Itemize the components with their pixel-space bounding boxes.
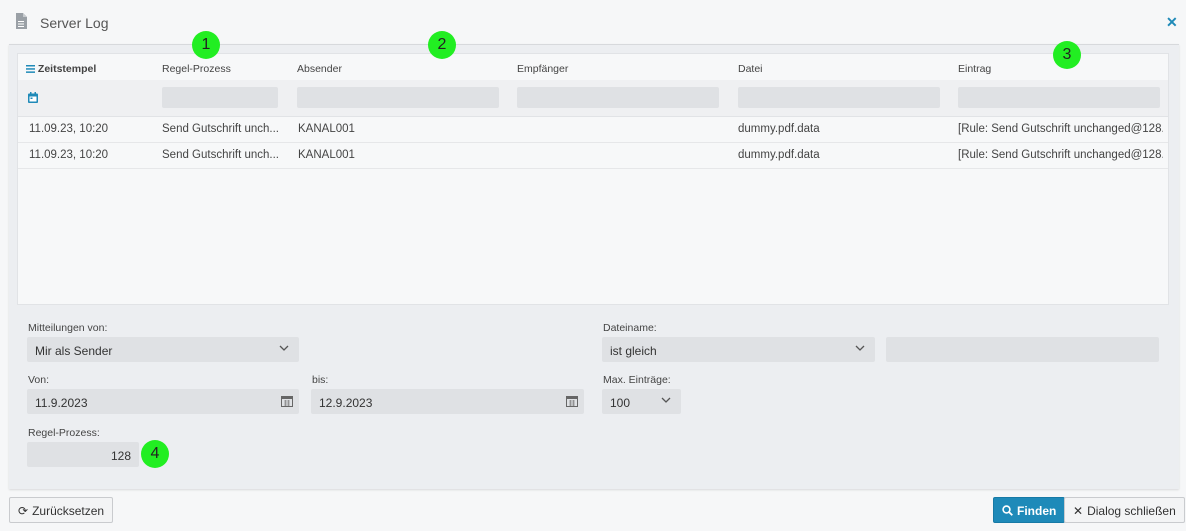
max-eintraege-label: Max. Einträge:	[603, 374, 671, 386]
calendar-icon[interactable]	[566, 395, 578, 407]
cell-zeitstempel: 11.09.23, 10:20	[29, 123, 109, 135]
cell-regel-prozess: Send Gutschrift unch...	[162, 123, 279, 135]
cell-eintrag: [Rule: Send Gutschrift unchanged@128...	[958, 149, 1163, 161]
cell-datei: dummy.pdf.data	[738, 149, 820, 161]
refresh-icon: ⟳	[18, 504, 29, 518]
von-date-input[interactable]: 11.9.2023	[27, 389, 299, 414]
bis-value: 12.9.2023	[319, 396, 373, 410]
table-header: Zeitstempel Regel-Prozess Absender Empfä…	[18, 54, 1168, 81]
column-header-zeitstempel[interactable]: Zeitstempel	[26, 63, 96, 75]
reset-button[interactable]: ⟳ Zurücksetzen	[9, 497, 114, 523]
regel-prozess-label: Regel-Prozess:	[28, 427, 100, 439]
chevron-down-icon	[855, 345, 865, 351]
bis-label: bis:	[312, 374, 329, 386]
cell-regel-prozess: Send Gutschrift unch...	[162, 149, 279, 161]
von-value: 11.9.2023	[35, 396, 88, 410]
column-header-empfaenger[interactable]: Empfänger	[517, 63, 568, 75]
dateiname-operator-select[interactable]: ist gleich	[602, 337, 875, 362]
filter-absender[interactable]	[297, 87, 499, 108]
annotation-marker-1: 1	[192, 31, 220, 59]
cell-zeitstempel: 11.09.23, 10:20	[29, 149, 109, 161]
close-icon: ✕	[1073, 504, 1084, 518]
table-row[interactable]: 11.09.23, 10:20 Send Gutschrift unch... …	[18, 117, 1168, 143]
max-eintraege-select[interactable]: 100	[602, 389, 681, 414]
header-label: Zeitstempel	[37, 63, 97, 75]
find-label: Finden	[1017, 504, 1057, 518]
column-header-datei[interactable]: Datei	[738, 63, 763, 75]
cell-absender: KANAL001	[298, 123, 355, 135]
regel-prozess-value: 128	[110, 449, 131, 463]
cell-datei: dummy.pdf.data	[738, 123, 820, 135]
reset-label: Zurücksetzen	[32, 504, 105, 518]
chevron-down-icon	[279, 345, 289, 351]
sort-lines-icon	[26, 65, 35, 73]
search-icon	[1002, 505, 1013, 516]
close-dialog-button[interactable]: ✕ Dialog schließen	[1064, 497, 1185, 523]
log-table: Zeitstempel Regel-Prozess Absender Empfä…	[17, 53, 1169, 305]
title-bar: Server Log ✕	[0, 0, 1186, 44]
calendar-icon[interactable]	[28, 92, 38, 103]
dateiname-operator-value: ist gleich	[610, 344, 657, 358]
annotation-marker-3: 3	[1053, 41, 1081, 69]
cell-absender: KANAL001	[298, 149, 355, 161]
cell-eintrag: [Rule: Send Gutschrift unchanged@128...	[958, 123, 1163, 135]
calendar-icon[interactable]	[281, 395, 293, 407]
close-dialog-label: Dialog schließen	[1087, 504, 1176, 518]
annotation-marker-4: 4	[141, 440, 169, 468]
column-header-regel-prozess[interactable]: Regel-Prozess	[162, 63, 231, 75]
document-icon	[16, 13, 27, 29]
mitteilungen-select[interactable]: Mir als Sender	[27, 337, 299, 362]
window-title: Server Log	[40, 15, 109, 31]
main-panel: Zeitstempel Regel-Prozess Absender Empfä…	[9, 44, 1179, 489]
filter-eintrag[interactable]	[958, 87, 1160, 108]
dateiname-input[interactable]	[886, 337, 1159, 362]
filter-empfaenger[interactable]	[517, 87, 719, 108]
column-header-absender[interactable]: Absender	[297, 63, 342, 75]
table-row[interactable]: 11.09.23, 10:20 Send Gutschrift unch... …	[18, 143, 1168, 169]
max-eintraege-value: 100	[610, 396, 631, 410]
bis-date-input[interactable]: 12.9.2023	[311, 389, 584, 414]
dateiname-label: Dateiname:	[603, 322, 657, 334]
mitteilungen-label: Mitteilungen von:	[28, 322, 108, 334]
annotation-marker-2: 2	[428, 31, 456, 59]
chevron-down-icon	[661, 397, 671, 403]
regel-prozess-input[interactable]: 128	[27, 442, 139, 467]
filter-row	[18, 80, 1168, 117]
filter-regel-prozess[interactable]	[162, 87, 278, 108]
von-label: Von:	[28, 374, 50, 386]
find-button[interactable]: Finden	[993, 497, 1066, 523]
mitteilungen-value: Mir als Sender	[35, 344, 113, 358]
close-icon[interactable]: ✕	[1166, 14, 1178, 31]
column-header-eintrag[interactable]: Eintrag	[958, 63, 991, 75]
filter-datei[interactable]	[738, 87, 940, 108]
